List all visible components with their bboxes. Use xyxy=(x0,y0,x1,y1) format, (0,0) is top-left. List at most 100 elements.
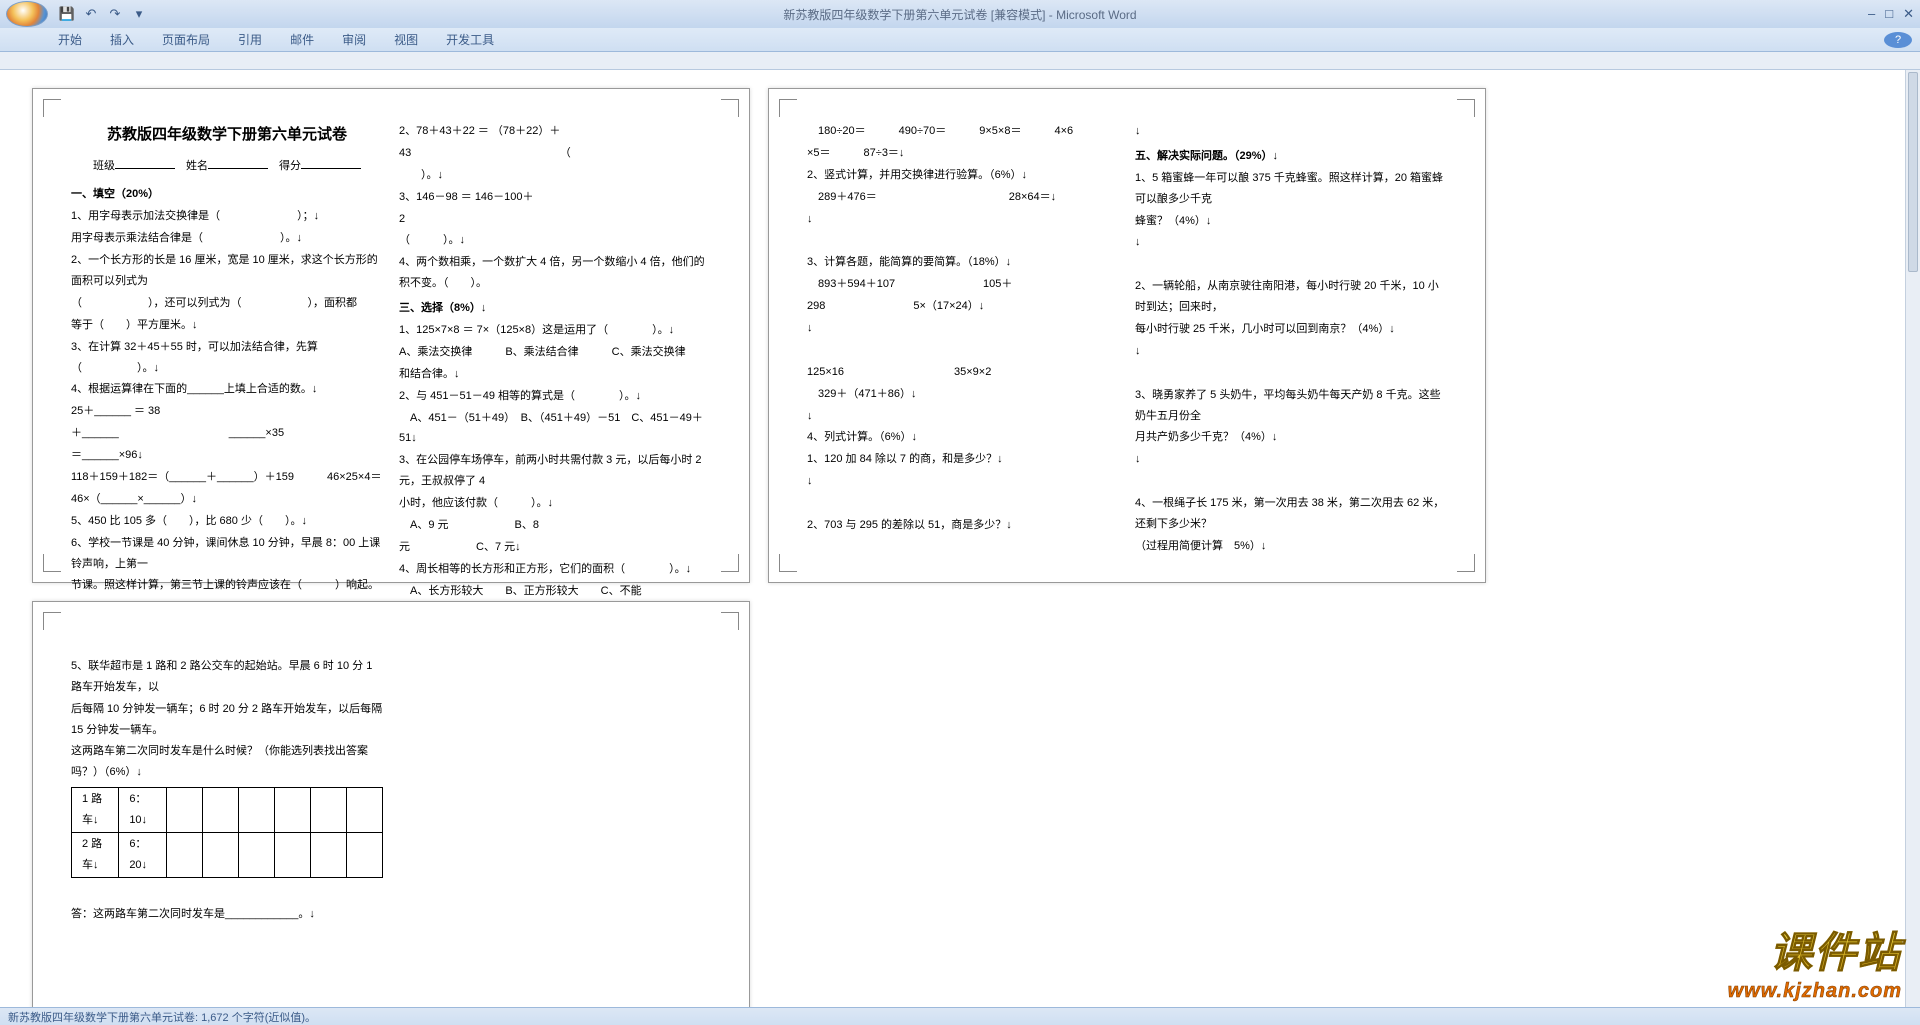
text: 元 C、7 元↓ xyxy=(399,537,711,558)
text: A、长方形较大 B、正方形较大 C、不能 xyxy=(399,581,711,602)
text: 2、一个长方形的长是 16 厘米，宽是 10 厘米，求这个长方形的面积可以列式为 xyxy=(71,250,383,292)
text: （ ），还可以列式为（ ），面积都 xyxy=(71,293,383,314)
tab-developer[interactable]: 开发工具 xyxy=(432,31,508,48)
text: 3、146－98 ＝ 146－100＋ xyxy=(399,187,711,208)
text: 每小时行驶 25 千米，几小时可以回到南京？（4%）↓ xyxy=(1135,319,1447,340)
save-icon[interactable]: 💾 xyxy=(58,5,76,23)
text: 3、在公园停车场停车，前两小时共需付款 3 元，以后每小时 2 元，王叔叔停了 … xyxy=(399,450,711,492)
doc-subheader: 班级 姓名 得分 xyxy=(71,156,383,177)
minimize-icon[interactable]: – xyxy=(1868,6,1875,22)
text: 2 xyxy=(399,209,711,230)
titlebar: 💾 ↶ ↷ ▾ 新苏教版四年级数学下册第六单元试卷 [兼容模式] - Micro… xyxy=(0,0,1920,28)
text: 用字母表示乘法结合律是（ ）。↓ xyxy=(71,228,383,249)
text: ↓ xyxy=(1135,449,1447,470)
text: 1、用字母表示加法交换律是（ ）；↓ xyxy=(71,206,383,227)
text: ↓ xyxy=(807,318,1119,339)
text: ＝______×96↓ xyxy=(71,445,383,466)
text: 6、学校一节课是 40 分钟，课间休息 10 分钟，早晨 8：00 上课铃声响，… xyxy=(71,533,383,575)
text: 4、列式计算。（6%）↓ xyxy=(807,427,1119,448)
text: ↓ xyxy=(807,209,1119,230)
text: 4、根据运算律在下面的______上填上合适的数。↓ xyxy=(71,379,383,400)
text: 这两路车第二次同时发车是什么时候？（你能选列表找出答案吗？）（6%）↓ xyxy=(71,741,383,783)
redo-icon[interactable]: ↷ xyxy=(106,5,124,23)
text: 25＋______ ＝ 38 xyxy=(71,401,383,422)
text: 4、一根绳子长 175 米，第一次用去 38 米，第二次用去 62 米，还剩下多… xyxy=(1135,493,1447,535)
text: （ ）。↓ xyxy=(399,230,711,251)
page-1: 苏教版四年级数学下册第六单元试卷 班级 姓名 得分 一、填空（20%） 1、用字… xyxy=(32,88,750,583)
document-area[interactable]: 苏教版四年级数学下册第六单元试卷 班级 姓名 得分 一、填空（20%） 1、用字… xyxy=(0,70,1905,1007)
page1-col1: 苏教版四年级数学下册第六单元试卷 班级 姓名 得分 一、填空（20%） 1、用字… xyxy=(63,121,391,550)
text: 2、一辆轮船，从南京驶往南阳港，每小时行驶 20 千米，10 小时到达；回来时， xyxy=(1135,276,1447,318)
tab-mailings[interactable]: 邮件 xyxy=(276,31,328,48)
text: 月共产奶多少千克？（4%）↓ xyxy=(1135,427,1447,448)
text: ＋______ ______×35 xyxy=(71,423,383,444)
page-3: 5、联华超市是 1 路和 2 路公交车的起始站。早晨 6 时 10 分 1 路车… xyxy=(32,601,750,1007)
ruler xyxy=(0,52,1920,70)
text: 答：这两路车第二次同时发车是____________。↓ xyxy=(71,904,383,925)
section-3: 三、选择（8%）↓ xyxy=(399,298,711,319)
page3-col1: 5、联华超市是 1 路和 2 路公交车的起始站。早晨 6 时 10 分 1 路车… xyxy=(63,634,391,998)
tab-references[interactable]: 引用 xyxy=(224,31,276,48)
text: ↓ xyxy=(807,471,1119,492)
text: 1、120 加 84 除以 7 的商，和是多少？↓ xyxy=(807,449,1119,470)
statusbar: 新苏教版四年级数学下册第六单元试卷: 1,672 个字符(近似值)。 xyxy=(0,1007,1920,1025)
text: 118＋159＋182＝（______＋______）＋159 46×25×4＝ xyxy=(71,467,383,488)
help-icon[interactable]: ? xyxy=(1884,32,1912,48)
text: 和结合律。↓ xyxy=(399,364,711,385)
tab-insert[interactable]: 插入 xyxy=(96,31,148,48)
text: 125×16 35×9×2 xyxy=(807,362,1119,383)
table-row: 2 路车↓6：20↓ xyxy=(72,833,383,878)
text: 298 5×（17×24）↓ xyxy=(807,296,1119,317)
text: 3、晓勇家养了 5 头奶牛，平均每头奶牛每天产奶 8 千克。这些奶牛五月份全 xyxy=(1135,385,1447,427)
office-button[interactable] xyxy=(6,1,48,27)
bus-schedule-table: 1 路车↓6：10↓ 2 路车↓6：20↓ xyxy=(71,787,383,878)
text: 2、703 与 295 的差除以 51，商是多少？↓ xyxy=(807,515,1119,536)
text: 180÷20＝ 490÷70＝ 9×5×8＝ 4×6 xyxy=(807,121,1119,142)
tab-view[interactable]: 视图 xyxy=(380,31,432,48)
text: 蜂蜜？（4%）↓ xyxy=(1135,211,1447,232)
text: 43 （ xyxy=(399,143,711,164)
page-2: 180÷20＝ 490÷70＝ 9×5×8＝ 4×6 ×5＝ 87÷3＝↓ 2、… xyxy=(768,88,1486,583)
text: ↓ xyxy=(1135,232,1447,253)
text: ×5＝ 87÷3＝↓ xyxy=(807,143,1119,164)
page2-col2: ↓ 五、解决实际问题。（29%）↓ 1、5 箱蜜蜂一年可以酿 375 千克蜂蜜。… xyxy=(1127,121,1455,550)
text: 后每隔 10 分钟发一辆车；6 时 20 分 2 路车开始发车，以后每隔 15 … xyxy=(71,699,383,741)
text: ↓ xyxy=(807,406,1119,427)
section-5: 五、解决实际问题。（29%）↓ xyxy=(1135,146,1447,167)
text: 1、125×7×8 ＝ 7×（125×8）这是运用了（ ）。↓ xyxy=(399,320,711,341)
text: 46×（______×______）↓ xyxy=(71,489,383,510)
text: A、9 元 B、8 xyxy=(399,515,711,536)
tab-review[interactable]: 审阅 xyxy=(328,31,380,48)
quick-access-toolbar: 💾 ↶ ↷ ▾ xyxy=(58,5,148,23)
section-1: 一、填空（20%） xyxy=(71,184,383,205)
text: A、乘法交换律 B、乘法结合律 C、乘法交换律 xyxy=(399,342,711,363)
close-icon[interactable]: ✕ xyxy=(1903,6,1914,22)
undo-icon[interactable]: ↶ xyxy=(82,5,100,23)
text: 3、在计算 32＋45＋55 时，可以加法结合律，先算（ ）。↓ xyxy=(71,337,383,379)
text: 2、与 451－51－49 相等的算式是（ ）。↓ xyxy=(399,386,711,407)
text: 5、联华超市是 1 路和 2 路公交车的起始站。早晨 6 时 10 分 1 路车… xyxy=(71,656,383,698)
page2-col1: 180÷20＝ 490÷70＝ 9×5×8＝ 4×6 ×5＝ 87÷3＝↓ 2、… xyxy=(799,121,1127,550)
text: 4、周长相等的长方形和正方形，它们的面积（ ）。↓ xyxy=(399,559,711,580)
ribbon-tabs: 开始 插入 页面布局 引用 邮件 审阅 视图 开发工具 ? xyxy=(0,28,1920,52)
tab-home[interactable]: 开始 xyxy=(44,31,96,48)
text: A、451－（51＋49） B、（451＋49）－51 C、451－49＋51↓ xyxy=(399,408,711,450)
text: 289＋476＝ 28×64＝↓ xyxy=(807,187,1119,208)
tab-layout[interactable]: 页面布局 xyxy=(148,31,224,48)
text: ）。↓ xyxy=(399,165,711,186)
text: 1、5 箱蜜蜂一年可以酿 375 千克蜂蜜。照这样计算，20 箱蜜蜂可以酿多少千… xyxy=(1135,168,1447,210)
text: ↓ xyxy=(1135,121,1447,142)
text: ↓ xyxy=(1135,341,1447,362)
page1-col2: 2、78＋43＋22 ＝ （78＋22）＋ 43 （ ）。↓ 3、146－98 … xyxy=(391,121,719,550)
text: 2、竖式计算，并用交换律进行验算。（6%）↓ xyxy=(807,165,1119,186)
vertical-scrollbar[interactable] xyxy=(1905,70,1920,1007)
text: （过程用简便计算 5%）↓ xyxy=(1135,536,1447,557)
scrollbar-thumb[interactable] xyxy=(1908,72,1918,272)
table-row: 1 路车↓6：10↓ xyxy=(72,788,383,833)
text: 5、450 比 105 多（ ），比 680 少（ ）。↓ xyxy=(71,511,383,532)
text: 329＋（471＋86）↓ xyxy=(807,384,1119,405)
text: 4、两个数相乘，一个数扩大 4 倍，另一个数缩小 4 倍，他们的积不变。（ ）。 xyxy=(399,252,711,294)
maximize-icon[interactable]: □ xyxy=(1885,6,1893,22)
qat-dropdown-icon[interactable]: ▾ xyxy=(130,5,148,23)
window-title: 新苏教版四年级数学下册第六单元试卷 [兼容模式] - Microsoft Wor… xyxy=(783,6,1136,23)
